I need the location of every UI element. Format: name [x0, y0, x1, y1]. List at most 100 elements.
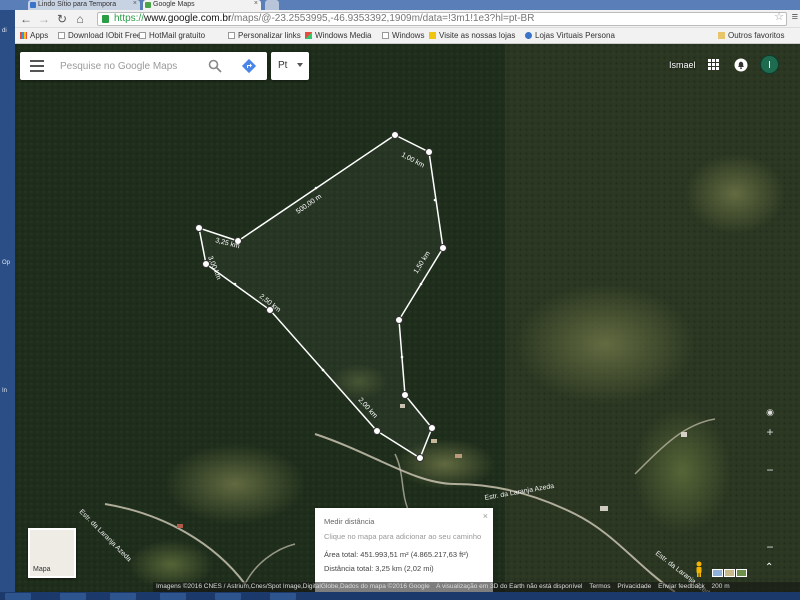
bookmark-apps[interactable]: Apps [20, 31, 48, 40]
satellite-map[interactable]: 500,00 m 1,00 km 1,50 km 2,00 km 2,50 km… [15, 44, 800, 592]
street-view-pegman-icon[interactable] [694, 561, 704, 577]
path-vertex[interactable] [428, 424, 436, 432]
taskbar-button[interactable] [110, 593, 136, 600]
path-tick [314, 186, 318, 190]
zoom-in-button[interactable]: + [761, 424, 779, 440]
bookmark-windows-media[interactable]: Windows Media [305, 31, 371, 40]
page-icon [228, 32, 235, 39]
directions-icon[interactable] [241, 58, 257, 74]
apps-grid-icon [20, 32, 27, 39]
maps-favicon-icon [145, 2, 151, 8]
path-tick [400, 355, 404, 359]
address-bar[interactable]: https://www.google.com.br/maps/@-23.2553… [97, 12, 787, 26]
menu-icon[interactable] [30, 60, 44, 72]
bookmark-label: Visite as nossas lojas [439, 31, 516, 40]
tab-google-maps[interactable]: Google Maps × [143, 0, 261, 10]
map-clearing [605, 354, 745, 534]
bookmark-label: Windows [392, 31, 425, 40]
user-name[interactable]: Ismael [669, 60, 696, 70]
os-taskbar [0, 592, 800, 600]
bookmark-label: Personalizar links [238, 31, 301, 40]
tab-sitio[interactable]: Lindo Sítio para Tempora × [28, 0, 140, 10]
map-building [455, 454, 462, 458]
path-tick [233, 282, 237, 286]
close-icon[interactable]: × [483, 511, 488, 521]
close-tab-icon[interactable]: × [133, 0, 137, 7]
windows-icon [305, 32, 312, 39]
path-tick [419, 282, 423, 286]
folder-icon [718, 32, 725, 39]
bookmark-windows[interactable]: Windows [382, 31, 424, 40]
earth-3d-notice: A visualização em 3D do Earth não está d… [436, 583, 583, 590]
map-clearing [165, 444, 305, 524]
path-vertex[interactable] [416, 454, 424, 462]
bookmark-lojas[interactable]: Visite as nossas lojas [429, 31, 515, 40]
bookmark-iobit[interactable]: Download IObit Free [58, 31, 141, 40]
chevron-down-icon [297, 63, 303, 67]
path-vertex[interactable] [373, 427, 381, 435]
thumbnail-icon[interactable] [724, 569, 735, 577]
privacy-link[interactable]: Privacidade [617, 583, 651, 590]
page-icon [139, 32, 146, 39]
map-type-toggle[interactable]: Mapa [28, 528, 76, 578]
map-building [600, 506, 608, 511]
home-button[interactable]: ⌂ [73, 12, 87, 26]
search-box [20, 52, 267, 80]
path-vertex[interactable] [395, 316, 403, 324]
browser-menu-icon[interactable]: ≡ [792, 11, 798, 23]
page-icon [382, 32, 389, 39]
path-vertex[interactable] [439, 244, 447, 252]
bookmark-label: Lojas Virtuais Persona [535, 31, 615, 40]
bookmark-lojas-virtuais[interactable]: Lojas Virtuais Persona [525, 31, 615, 40]
bookmark-label: Apps [30, 31, 49, 40]
bookmark-personalizar[interactable]: Personalizar links [228, 31, 301, 40]
path-vertex[interactable] [391, 131, 399, 139]
new-tab-button[interactable] [265, 0, 279, 10]
taskbar-button[interactable] [270, 593, 296, 600]
send-feedback-link[interactable]: Enviar feedback [658, 583, 705, 590]
avatar[interactable]: I [760, 55, 779, 74]
tab-title: Google Maps [153, 1, 195, 8]
forward-button[interactable]: → [37, 12, 51, 26]
scale-label[interactable]: 200 m [712, 583, 730, 590]
bookmark-label: Windows Media [315, 31, 372, 40]
taskbar-button[interactable] [215, 593, 241, 600]
store-icon [525, 32, 532, 39]
bookmark-hotmail[interactable]: HotMail gratuito [139, 31, 205, 40]
path-vertex[interactable] [425, 148, 433, 156]
url-path: /maps/@-23.2553995,-46.9353392,1909m/dat… [231, 13, 535, 24]
taskbar-button[interactable] [160, 593, 186, 600]
expand-icon[interactable]: ⌃ [765, 562, 773, 573]
tab-strip: Lindo Sítio para Tempora × Google Maps × [0, 0, 800, 10]
search-icon[interactable] [208, 59, 222, 73]
path-vertex[interactable] [195, 224, 203, 232]
desktop-icon-label: In [2, 388, 8, 394]
bookmark-star-icon[interactable]: ☆ [774, 10, 784, 23]
notifications-bell-icon[interactable] [734, 58, 748, 72]
zoom-out-button[interactable]: − [761, 462, 779, 478]
path-vertex[interactable] [401, 391, 409, 399]
close-tab-icon[interactable]: × [254, 0, 258, 7]
map-building [681, 432, 687, 437]
taskbar-button[interactable] [60, 593, 86, 600]
thumbnail-icon[interactable] [712, 569, 723, 577]
thumbnail-icon[interactable] [736, 569, 747, 577]
tab-title: Lindo Sítio para Tempora [38, 1, 117, 8]
zoom-out-button[interactable]: − [761, 539, 779, 555]
search-input[interactable] [60, 58, 200, 74]
taskbar-button[interactable] [5, 593, 31, 600]
imagery-attribution: Imagens ©2016 CNES / Astrium,Cnes/Spot I… [156, 583, 430, 590]
map-footer: Imagens ©2016 CNES / Astrium,Cnes/Spot I… [153, 582, 800, 592]
apps-grid-icon[interactable] [708, 59, 719, 70]
reload-button[interactable]: ↻ [55, 12, 69, 26]
url-scheme: https:// [114, 13, 145, 24]
bookmark-label: HotMail gratuito [149, 31, 206, 40]
bookmark-label: Download IObit Free [68, 31, 142, 40]
page-icon [58, 32, 65, 39]
my-location-icon[interactable]: ◉ [761, 404, 779, 420]
language-selector[interactable]: Pt [271, 52, 309, 80]
back-button[interactable]: ← [19, 12, 33, 26]
imagery-thumbnails[interactable] [712, 564, 750, 577]
terms-link[interactable]: Termos [589, 583, 610, 590]
bookmark-other-folder[interactable]: Outros favoritos [718, 31, 784, 40]
